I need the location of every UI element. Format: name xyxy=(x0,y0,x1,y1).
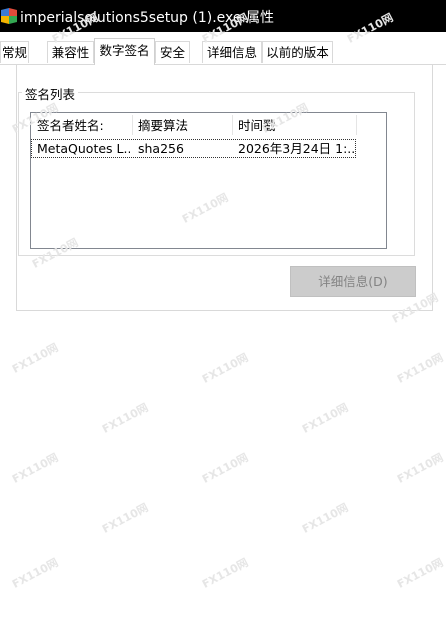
watermark-text: FX110网 xyxy=(395,555,446,591)
tab-compatibility[interactable]: 兼容性 xyxy=(47,41,94,63)
watermark-text: FX110网 xyxy=(200,350,251,386)
column-divider[interactable] xyxy=(356,115,357,135)
tab-security[interactable]: 安全 xyxy=(155,41,190,63)
watermark-text: FX110网 xyxy=(10,450,61,486)
watermark-text: FX110网 xyxy=(100,400,151,436)
watermark-text: FX110网 xyxy=(10,555,61,591)
tab-digital-signatures[interactable]: 数字签名 xyxy=(94,38,155,65)
watermark-text: FX110网 xyxy=(300,500,351,536)
watermark-text: FX110网 xyxy=(10,340,61,376)
details-button[interactable]: 详细信息(D) xyxy=(290,266,416,297)
signature-list[interactable]: 签名者姓名: 摘要算法 时间戳 MetaQuotes L... sha256 2… xyxy=(30,112,387,249)
tab-strip: 常规 兼容性 数字签名 安全 详细信息 以前的版本 xyxy=(0,38,446,65)
cell-timestamp: 2026年3月24日 1:... xyxy=(238,141,356,156)
signature-row[interactable]: MetaQuotes L... sha256 2026年3月24日 1:... xyxy=(31,139,356,158)
application-icon xyxy=(1,8,17,24)
watermark-text: FX110网 xyxy=(395,350,446,386)
watermark-text: FX110网 xyxy=(200,555,251,591)
watermark-text: FX110网 xyxy=(100,500,151,536)
watermark-text: FX110网 xyxy=(395,450,446,486)
watermark-text: FX110网 xyxy=(200,450,251,486)
column-header-digest-algorithm[interactable]: 摘要算法 xyxy=(132,113,232,136)
watermark-text: FX110网 xyxy=(300,400,351,436)
tab-general[interactable]: 常规 xyxy=(0,41,29,63)
cell-digest-algorithm: sha256 xyxy=(138,141,184,156)
tab-previous-versions[interactable]: 以前的版本 xyxy=(262,41,333,63)
cell-signer-name: MetaQuotes L... xyxy=(37,141,130,156)
list-header: 签名者姓名: 摘要算法 时间戳 xyxy=(31,113,386,136)
